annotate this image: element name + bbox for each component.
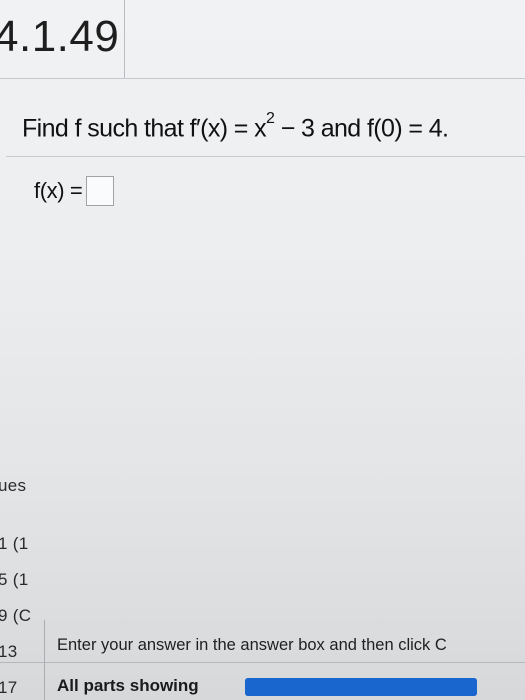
answer-input-box[interactable] — [86, 176, 115, 206]
sidebar-fragment-17[interactable]: 17 — [0, 678, 18, 698]
footer-divider — [0, 662, 525, 663]
question-exponent: 2 — [266, 110, 275, 127]
question-prefix: Find f such that f′(x) = x — [22, 114, 267, 143]
sidebar-fragment-9[interactable]: 9 (C — [0, 606, 31, 626]
question-suffix: − 3 and f(0) = 4. — [274, 114, 449, 143]
progress-bar-fill — [245, 678, 477, 696]
answer-label: f(x) = — [34, 178, 83, 203]
question-divider — [6, 156, 525, 157]
sidebar-border — [44, 620, 45, 700]
sidebar-fragment-13[interactable]: 13 — [0, 642, 18, 662]
sidebar-fragment-1[interactable]: 1 (1 — [0, 534, 29, 554]
question-text: Find f such that f′(x) = x2 − 3 and f(0)… — [22, 110, 449, 143]
parts-showing-label: All parts showing — [57, 676, 199, 695]
problem-number: 4.1.49 — [0, 12, 120, 61]
sidebar-fragment-questions: ues — [0, 476, 27, 495]
progress-bar — [245, 678, 477, 696]
header-horizontal-divider — [0, 78, 525, 79]
sidebar-fragment-5[interactable]: 5 (1 — [0, 570, 29, 590]
answer-row: f(x) = — [34, 176, 115, 206]
instruction-text: Enter your answer in the answer box and … — [57, 636, 447, 654]
header-vertical-divider — [124, 0, 125, 78]
